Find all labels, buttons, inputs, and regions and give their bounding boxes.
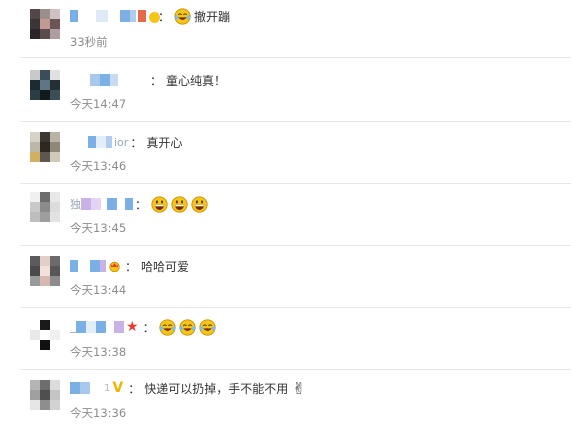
username-mosaic[interactable] <box>70 260 106 273</box>
comment-line: ： 童心纯真！ <box>70 70 226 90</box>
timestamp: 今天13:45 <box>70 221 127 235</box>
comment-item: ★ ： 今天13:38 <box>0 308 571 370</box>
laugh-cry-icon <box>174 7 191 25</box>
timestamp: 今天13:46 <box>70 159 127 173</box>
comment-line: ： 哈哈可爱 <box>70 256 189 276</box>
member-badge-icon <box>138 10 146 22</box>
comment-text: 撤开蹦 <box>194 9 231 24</box>
avatar[interactable] <box>30 380 60 410</box>
comment-item: ior ： 真开心 今天13:46 <box>0 122 571 184</box>
grin-icon <box>191 195 208 213</box>
comment-line: 1 V ： 快递可以扔掉，手不能不用 ✌ <box>70 378 306 398</box>
comment-text: 快递可以扔掉，手不能不用 <box>144 381 289 396</box>
comment-line: 独 ： <box>70 194 211 214</box>
timestamp: 今天13:36 <box>70 406 127 420</box>
timestamp: 33秒前 <box>70 35 108 49</box>
comment-item: ： 撤开蹦 33秒前 <box>0 0 571 62</box>
laugh-cry-icon <box>159 318 176 336</box>
star-icon: ★ <box>126 319 139 335</box>
username-mosaic[interactable] <box>70 10 136 23</box>
comment-text: 真开心 <box>146 135 183 150</box>
victory-hand-icon: ✌ <box>292 378 306 398</box>
timestamp: 今天13:38 <box>70 345 127 359</box>
username-mosaic[interactable] <box>70 382 104 395</box>
comment-item: ： 哈哈可爱 今天13:44 <box>0 246 571 308</box>
username-mosaic[interactable] <box>70 74 148 87</box>
crown-icon <box>108 260 121 273</box>
timestamp: 今天14:47 <box>70 97 127 111</box>
avatar[interactable] <box>30 192 60 222</box>
username-mosaic[interactable] <box>70 321 124 334</box>
username-mosaic[interactable] <box>70 136 112 149</box>
grin-icon <box>171 195 188 213</box>
username-fragment[interactable]: ior <box>114 136 128 149</box>
verified-v-icon: V <box>112 380 124 396</box>
comment-item: 独 ： 今天13:45 <box>0 184 571 246</box>
comment-item: ： 童心纯真！ 今天14:47 <box>0 58 571 120</box>
username-fragment[interactable]: 独 <box>70 196 81 212</box>
avatar[interactable] <box>30 132 60 162</box>
timestamp: 今天13:44 <box>70 283 127 297</box>
comment-item: 1 V ： 快递可以扔掉，手不能不用 ✌ 今天13:36 <box>0 370 571 432</box>
laugh-cry-icon <box>179 318 196 336</box>
comment-line: ior ： 真开心 <box>70 132 182 152</box>
comment-line: ★ ： <box>70 317 219 337</box>
comment-line: ： 撤开蹦 <box>70 6 230 26</box>
username-mosaic[interactable] <box>81 198 133 211</box>
laugh-cry-icon <box>199 318 216 336</box>
avatar[interactable] <box>30 9 60 39</box>
grin-icon <box>151 195 168 213</box>
avatar[interactable] <box>30 320 60 350</box>
username-fragment[interactable]: 1 <box>104 383 110 394</box>
badge-emoji-icon <box>146 9 160 23</box>
avatar[interactable] <box>30 256 60 286</box>
comment-text: 哈哈可爱 <box>141 259 190 274</box>
comment-text: 童心纯真！ <box>166 73 227 88</box>
avatar[interactable] <box>30 70 60 100</box>
